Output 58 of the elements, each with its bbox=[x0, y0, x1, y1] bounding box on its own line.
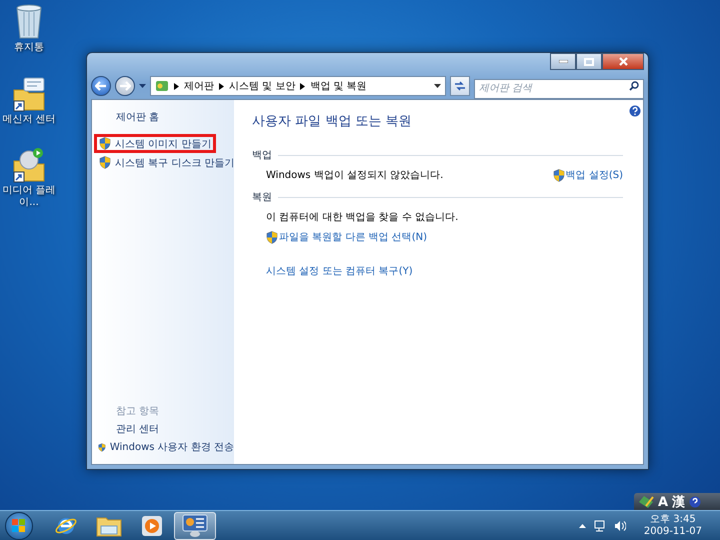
network-icon[interactable] bbox=[594, 520, 606, 532]
recovery-link[interactable]: 시스템 설정 또는 컴퓨터 복구(Y) bbox=[266, 264, 623, 278]
history-dropdown-icon[interactable] bbox=[139, 84, 146, 88]
sidebar-link[interactable]: Windows 사용자 환경 전송 bbox=[98, 440, 234, 454]
windows-logo-icon bbox=[12, 518, 26, 532]
status-text: Windows 백업이 설정되지 않았습니다. bbox=[266, 169, 444, 182]
section-heading: 복원 bbox=[252, 191, 272, 204]
close-icon bbox=[618, 57, 628, 66]
breadcrumb-item[interactable]: 제어판 bbox=[184, 79, 214, 93]
desktop-icon-label[interactable]: 메신저 센터 bbox=[0, 114, 58, 125]
hanja-label[interactable]: 漢 bbox=[672, 493, 686, 511]
forward-button[interactable] bbox=[115, 76, 135, 96]
taskbar-app-button[interactable] bbox=[174, 512, 216, 540]
volume-icon[interactable] bbox=[614, 520, 626, 532]
folder-shortcut-icon[interactable] bbox=[12, 76, 46, 112]
input-mode-label[interactable]: A bbox=[658, 494, 668, 510]
search-icon[interactable] bbox=[629, 81, 639, 91]
minimize-button[interactable] bbox=[550, 53, 576, 70]
chevron-icon bbox=[219, 82, 224, 90]
refresh-button[interactable] bbox=[450, 76, 470, 96]
clock-date[interactable]: 2009-11-07 bbox=[644, 526, 702, 538]
recycle-bin-icon[interactable] bbox=[14, 4, 44, 40]
action-link[interactable]: 파일을 복원할 다른 백업 선택(N) bbox=[266, 230, 427, 244]
help-icon[interactable] bbox=[629, 105, 641, 117]
input-method-icon[interactable] bbox=[638, 495, 654, 509]
maximize-button[interactable] bbox=[576, 53, 602, 70]
sidebar-link[interactable]: 관리 센터 bbox=[98, 422, 234, 436]
help-icon[interactable] bbox=[689, 496, 702, 508]
close-button[interactable] bbox=[602, 53, 644, 70]
task-link[interactable]: 시스템 복구 디스크 만들기 bbox=[94, 153, 240, 172]
breadcrumb-item[interactable]: 백업 및 복원 bbox=[310, 79, 367, 93]
back-arrow-icon bbox=[95, 81, 107, 91]
desktop-icon-label[interactable]: 미디어 플레이... bbox=[0, 185, 58, 208]
sidebar-link[interactable]: 제어판 홈 bbox=[98, 110, 234, 124]
refresh-icon bbox=[454, 81, 466, 91]
maximize-icon bbox=[584, 58, 594, 66]
page-title: 사용자 파일 백업 또는 복원 bbox=[252, 113, 413, 130]
start-button[interactable] bbox=[5, 512, 33, 540]
highlighted-task-link[interactable]: 시스템 이미지 만들기 bbox=[94, 134, 216, 153]
desktop-icon-label[interactable]: 휴지통 bbox=[0, 42, 58, 54]
folder-icon bbox=[96, 514, 122, 536]
dropdown-icon[interactable] bbox=[434, 84, 441, 88]
action-link[interactable]: 백업 설정(S) bbox=[552, 168, 623, 182]
show-hidden-icons-icon[interactable] bbox=[578, 524, 586, 528]
section-heading: 백업 bbox=[252, 149, 272, 162]
minimize-icon bbox=[558, 60, 568, 63]
forward-arrow-icon bbox=[119, 81, 131, 91]
see-also-heading: 참고 항목 bbox=[115, 405, 160, 418]
address-bar[interactable]: 제어판 시스템 및 보안 백업 및 복원 bbox=[150, 76, 446, 96]
back-button[interactable] bbox=[91, 76, 111, 96]
breadcrumb-item[interactable]: 시스템 및 보안 bbox=[229, 79, 296, 93]
play-icon bbox=[141, 514, 163, 536]
media-folder-shortcut-icon[interactable] bbox=[12, 147, 46, 183]
chevron-icon bbox=[300, 82, 306, 90]
clock-time[interactable]: 오후 3:45 bbox=[650, 514, 696, 526]
search-field[interactable]: 제어판 검색 bbox=[474, 78, 644, 98]
status-text: 이 컴퓨터에 대한 백업을 찾을 수 없습니다. bbox=[266, 211, 458, 224]
chevron-icon bbox=[174, 82, 179, 90]
